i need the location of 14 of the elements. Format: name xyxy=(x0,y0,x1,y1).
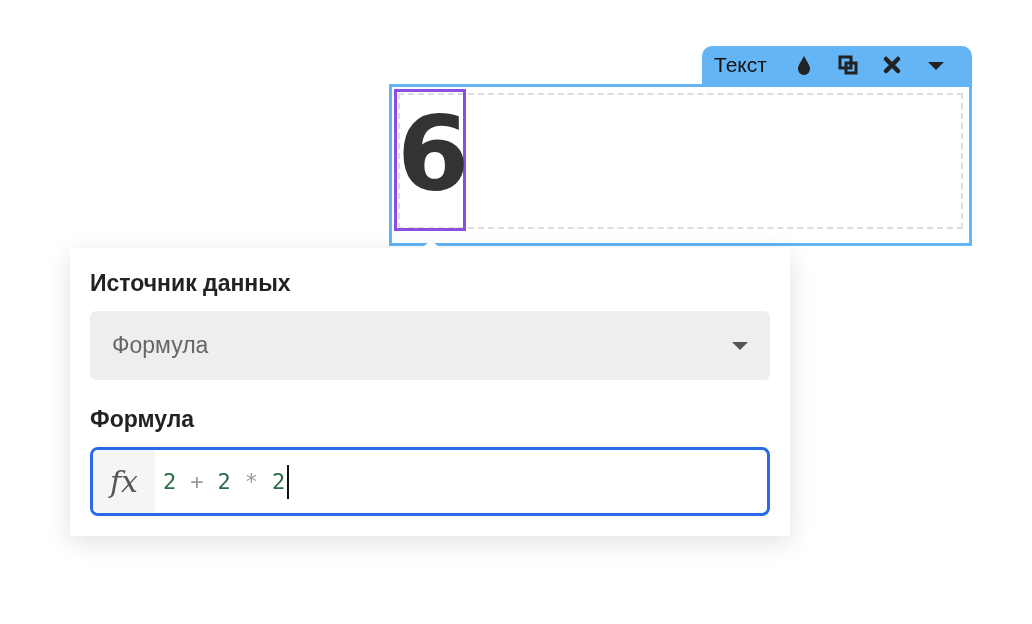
text-cursor xyxy=(287,464,290,499)
formula-token: 2 xyxy=(217,469,231,494)
formula-token: 2 xyxy=(272,469,286,494)
formula-label: Формула xyxy=(90,406,196,433)
caret-icon xyxy=(732,340,748,351)
formula-prefix: fx xyxy=(93,450,155,513)
source-dropdown[interactable]: Формула xyxy=(90,311,770,380)
formula-input[interactable]: fx 2 + 2 * 2 xyxy=(90,447,770,516)
widget-type-label: Текст xyxy=(714,53,767,77)
source-label: Источник данных xyxy=(90,270,292,297)
formula-token: 2 xyxy=(163,469,177,494)
formula-token: * xyxy=(244,469,258,494)
formula-token: + xyxy=(190,469,204,494)
copy-icon[interactable] xyxy=(836,54,859,76)
